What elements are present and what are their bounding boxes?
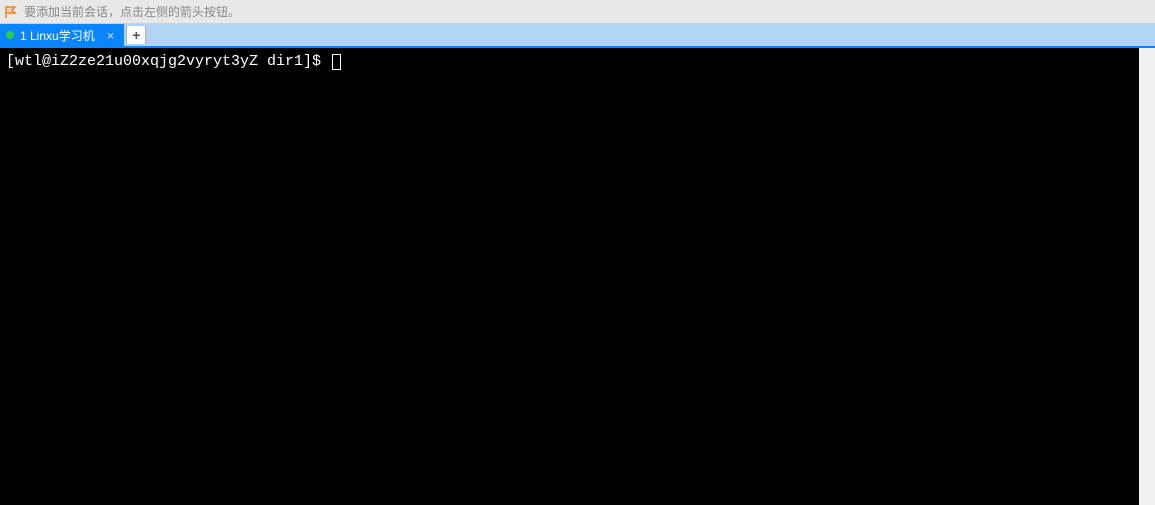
close-icon[interactable]: × xyxy=(105,29,117,42)
cursor-icon xyxy=(332,54,341,70)
vertical-scrollbar[interactable] xyxy=(1139,48,1155,505)
tab-label: 1 Linxu学习机 xyxy=(20,27,95,44)
plus-icon: + xyxy=(132,27,140,43)
flag-icon xyxy=(4,5,18,19)
scrollbar-thumb[interactable] xyxy=(1139,48,1155,505)
new-tab-button[interactable]: + xyxy=(126,26,146,44)
hint-text: 要添加当前会话，点击左侧的箭头按钮。 xyxy=(24,3,240,20)
hint-bar: 要添加当前会话，点击左侧的箭头按钮。 xyxy=(0,0,1155,24)
status-dot-icon xyxy=(6,31,14,39)
terminal-area[interactable]: [wtl@iZ2ze21u00xqjg2vyryt3yZ dir1]$ xyxy=(0,48,1155,505)
tab-active[interactable]: 1 Linxu学习机 × xyxy=(0,24,124,46)
terminal-prompt: [wtl@iZ2ze21u00xqjg2vyryt3yZ dir1]$ xyxy=(6,53,330,70)
tab-bar: 1 Linxu学习机 × + xyxy=(0,24,1155,48)
